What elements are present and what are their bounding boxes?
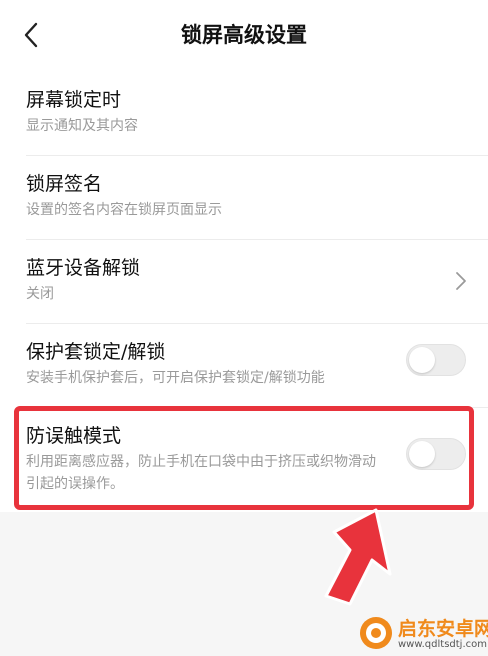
setting-row-bluetooth-unlock[interactable]: 蓝牙设备解锁 关闭 — [0, 240, 488, 324]
toggle-knob — [409, 347, 435, 373]
setting-title: 保护套锁定/解锁 — [26, 341, 166, 363]
chevron-right-icon — [456, 272, 466, 290]
page-title: 锁屏高级设置 — [181, 23, 307, 47]
watermark-logo-icon — [360, 617, 392, 649]
setting-title: 蓝牙设备解锁 — [26, 257, 141, 279]
watermark-name: 启东安卓网 — [398, 618, 488, 640]
pointer-arrow-icon — [324, 508, 392, 606]
setting-subtitle: 安装手机保护套后，可开启保护套锁定/解锁功能 — [26, 370, 325, 386]
setting-row-cover-lock[interactable]: 保护套锁定/解锁 安装手机保护套后，可开启保护套锁定/解锁功能 — [0, 324, 488, 408]
watermark-url: www.qdltsdtj.com — [398, 639, 487, 650]
setting-row-lock-screen-notifications[interactable]: 屏幕锁定时 显示通知及其内容 — [0, 72, 488, 156]
setting-subtitle: 关闭 — [26, 286, 54, 302]
header-bar: 锁屏高级设置 — [0, 0, 488, 72]
watermark: 启东安卓网 www.qdltsdtj.com — [358, 612, 488, 654]
cover-lock-toggle[interactable] — [406, 344, 466, 376]
setting-subtitle: 显示通知及其内容 — [26, 118, 138, 134]
setting-subtitle: 设置的签名内容在锁屏页面显示 — [26, 202, 222, 218]
setting-row-lock-screen-signature[interactable]: 锁屏签名 设置的签名内容在锁屏页面显示 — [0, 156, 488, 240]
setting-title: 屏幕锁定时 — [26, 89, 122, 111]
setting-title: 锁屏签名 — [26, 173, 103, 195]
